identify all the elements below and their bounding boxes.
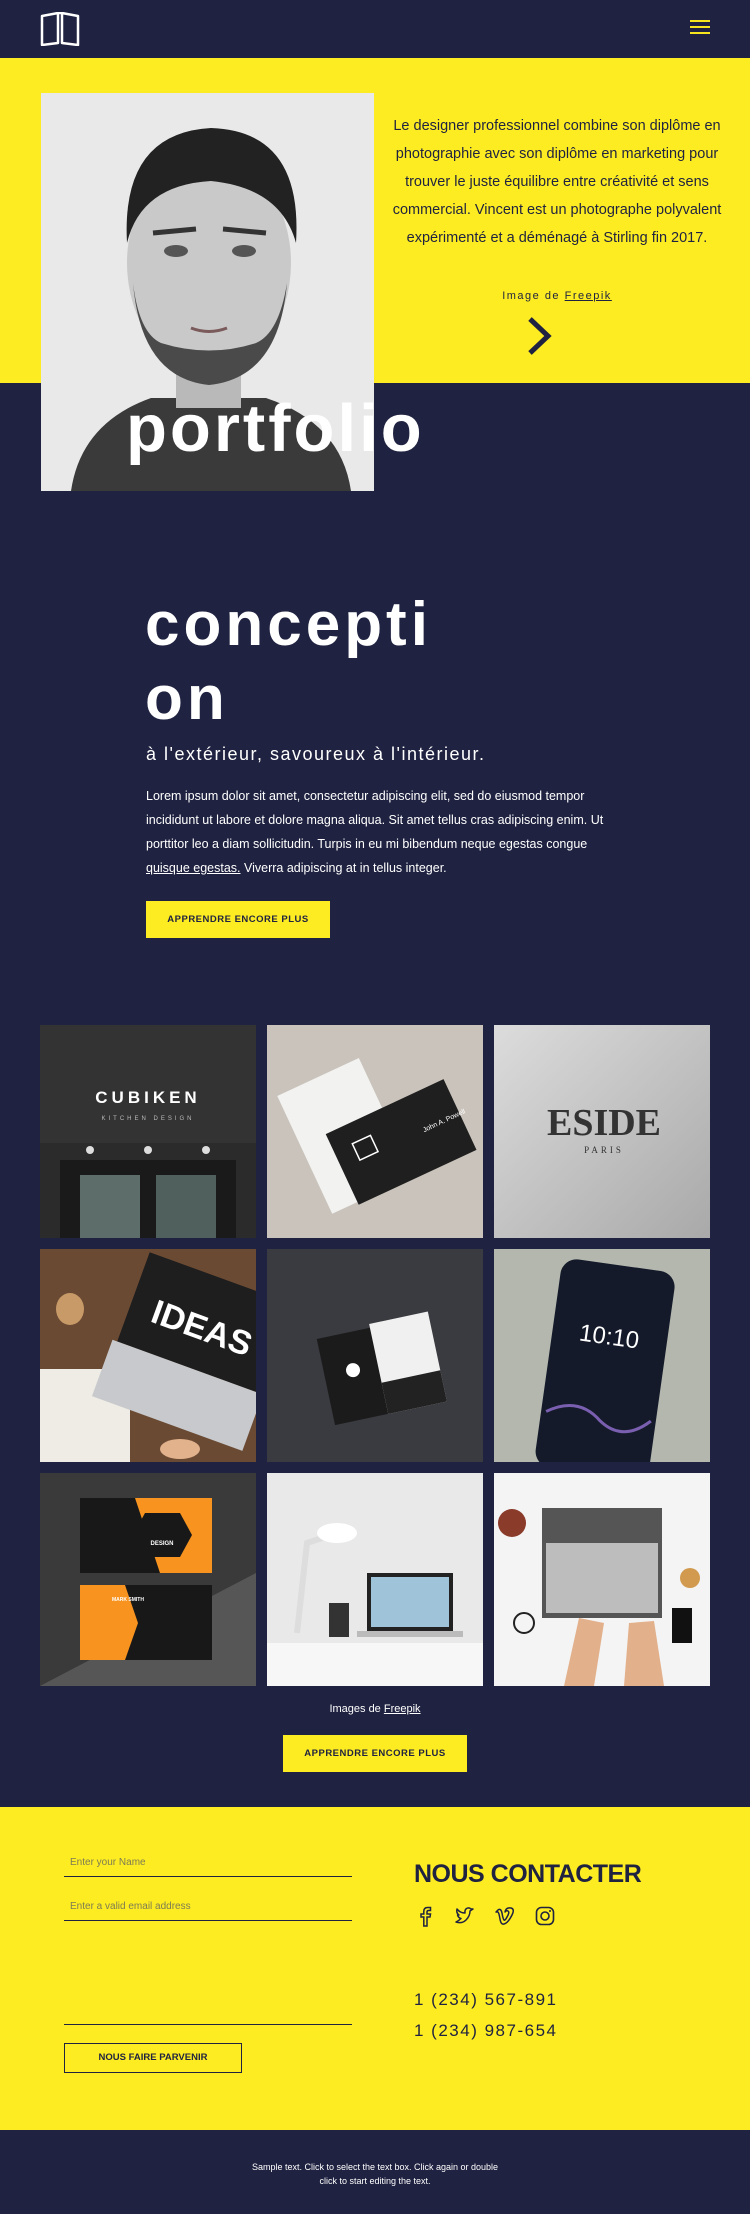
portfolio-heading: portfolio <box>126 391 425 466</box>
hero-image-credit: Image de Freepik <box>502 290 612 302</box>
gallery-item-hands-laptop[interactable] <box>494 1473 710 1686</box>
sign-subtitle: KITCHEN DESIGN <box>101 1116 194 1122</box>
site-header <box>0 0 750 58</box>
learn-more-button-2[interactable]: APPRENDRE ENCORE PLUS <box>283 1735 467 1772</box>
gallery-item-ideas-laptop[interactable]: IDEAS <box>40 1249 256 1462</box>
phone-number-1[interactable]: 1 (234) 567-891 <box>414 1990 557 2010</box>
gallery-credit: Images de Freepik <box>329 1703 421 1715</box>
message-field[interactable] <box>64 1947 352 2025</box>
card-owner-name: MARK SMITH <box>112 1597 144 1603</box>
gallery-item-business-cards[interactable]: John A. Powell <box>267 1025 483 1238</box>
send-button[interactable]: NOUS FAIRE PARVENIR <box>64 2043 242 2073</box>
gallery-item-orange-cards[interactable]: DESIGN MARK SMITH <box>40 1473 256 1686</box>
gallery-item-eside[interactable]: ESIDE PARIS <box>494 1025 710 1238</box>
name-field[interactable]: Enter your Name <box>64 1847 352 1877</box>
concept-body-text: Lorem ipsum dolor sit amet, consectetur … <box>146 789 604 875</box>
eside-subtitle: PARIS <box>584 1145 624 1155</box>
hamburger-menu-icon[interactable] <box>690 20 710 36</box>
portfolio-gallery: CUBIKEN KITCHEN DESIGN John A. Powell ES… <box>40 1025 710 1686</box>
facebook-icon[interactable] <box>414 1905 436 1927</box>
freepik-link[interactable]: Freepik <box>565 290 612 302</box>
eside-logo: ESIDE <box>547 1102 661 1144</box>
card-design-title: DESIGN <box>150 1541 173 1547</box>
site-footer: Sample text. Click to select the text bo… <box>0 2130 750 2214</box>
contact-heading: NOUS CONTACTER <box>414 1860 642 1888</box>
concept-heading: concepti on <box>145 590 432 733</box>
contact-section: Enter your Name Enter a valid email addr… <box>0 1807 750 2130</box>
email-field[interactable]: Enter a valid email address <box>64 1891 352 1921</box>
gallery-item-desk-lamp[interactable] <box>267 1473 483 1686</box>
gallery-item-phone[interactable]: 10:10 <box>494 1249 710 1462</box>
instagram-icon[interactable] <box>534 1905 556 1927</box>
sign-title: CUBIKEN <box>95 1088 200 1107</box>
quisque-link[interactable]: quisque egestas. <box>146 861 241 875</box>
concept-subtitle: à l'extérieur, savoureux à l'intérieur. <box>146 744 486 764</box>
phone-number-2[interactable]: 1 (234) 987-654 <box>414 2021 557 2041</box>
hero-description: Le designer professionnel combine son di… <box>392 118 722 246</box>
freepik-link-gallery[interactable]: Freepik <box>384 1703 421 1715</box>
vimeo-icon[interactable] <box>494 1905 516 1927</box>
twitter-icon[interactable] <box>454 1905 476 1927</box>
gallery-item-card-stack[interactable] <box>267 1249 483 1462</box>
gallery-item-cubiken[interactable]: CUBIKEN KITCHEN DESIGN <box>40 1025 256 1238</box>
chevron-right-icon[interactable] <box>525 315 553 357</box>
book-open-icon[interactable] <box>40 12 80 46</box>
footer-text: Sample text. Click to select the text bo… <box>251 2162 499 2186</box>
learn-more-button[interactable]: APPRENDRE ENCORE PLUS <box>146 901 330 938</box>
